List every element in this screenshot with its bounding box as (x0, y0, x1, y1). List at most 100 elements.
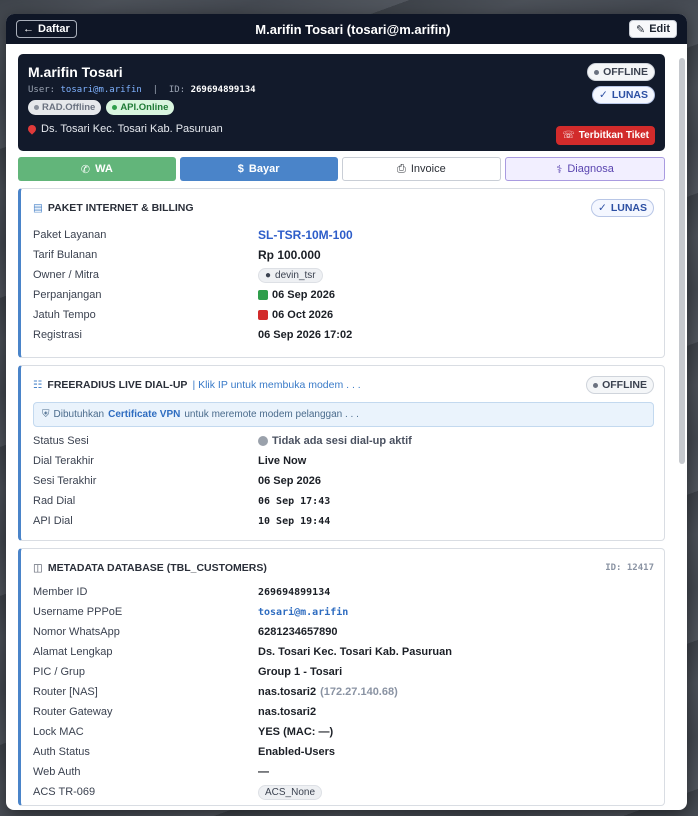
row-label: Dial Terakhir (33, 455, 94, 467)
metadata-card-title: ◫ METADATA DATABASE (TBL_CUSTOMERS) (33, 562, 267, 574)
edit-button[interactable]: ✎ Edit (628, 20, 677, 38)
billing-row: Owner / Mitra ● devin_tsr (33, 265, 654, 285)
billing-card-title: ▤ PAKET INTERNET & BILLING (33, 202, 194, 214)
billing-card: ▤ PAKET INTERNET & BILLING ✓ LUNAS Paket L… (18, 188, 665, 358)
customer-user-line: User: tosari@m.arifin | ID: 269694899134 (28, 85, 256, 95)
radius-card: ☷ FREERADIUS LIVE DIAL-UP | Klik IP untuk … (18, 365, 665, 541)
row-label: Jatuh Tempo (33, 309, 96, 321)
action-bar: ✆ WA $ Bayar ⎙ Invoice ⚕ Diagnosa (18, 157, 665, 181)
metadata-row: Router [NAS] nas.tosari2 (172.27.140.68) (33, 682, 654, 702)
list-icon: ▤ (33, 202, 43, 214)
metadata-row: Alamat Lengkap Ds. Tosari Kec. Tosari Kab… (33, 642, 654, 662)
pay-button[interactable]: $ Bayar (179, 157, 338, 181)
radius-modem-link[interactable]: | Klik IP untuk membuka modem . . . (192, 379, 360, 391)
pppoe-username-value: tosari@m.arifin (258, 606, 349, 618)
customer-id: 269694899134 (190, 85, 256, 95)
whatsapp-label: WA (95, 163, 113, 175)
whatsapp-button[interactable]: ✆ WA (18, 157, 176, 181)
rad-dial-value: 06 Sep 17:43 (258, 495, 331, 507)
radius-row: Status Sesi Tidak ada sesi dial-up aktif (33, 431, 654, 451)
stethoscope-icon: ⚕ (556, 163, 563, 176)
notice-post-text: untuk meremote modem pelanggan . . . (184, 409, 359, 420)
api-status-badge: API.Online (106, 100, 175, 115)
full-address-value: Ds. Tosari Kec. Tosari Kab. Pasuruan (258, 646, 452, 658)
metadata-row: ACS TR-069 ACS_None (33, 782, 654, 802)
radius-row: Dial Terakhir Live Now (33, 451, 654, 471)
arrow-left-icon: ← (23, 23, 34, 35)
certificate-vpn-link[interactable]: Certificate VPN (108, 409, 180, 420)
payment-status-text: LUNAS (611, 89, 648, 101)
billing-rows: Paket Layanan SL-TSR-10M-100 Tarif Bulana… (33, 225, 654, 345)
radius-link-text: Klik IP untuk membuka modem . . . (198, 379, 361, 391)
pay-label: Bayar (248, 163, 280, 175)
status-dot-icon (112, 105, 118, 110)
metadata-card: ◫ METADATA DATABASE (TBL_CUSTOMERS) ID: 1… (18, 548, 665, 806)
billing-row: Paket Layanan SL-TSR-10M-100 (33, 225, 654, 245)
modal-content: M.arifin Tosari User: tosari@m.arifin | … (6, 44, 687, 810)
radius-card-title: ☷ FREERADIUS LIVE DIAL-UP | Klik IP untuk … (33, 379, 361, 391)
metadata-row: Web Auth — (33, 762, 654, 782)
radius-rows: Status Sesi Tidak ada sesi dial-up aktif … (33, 431, 654, 531)
web-auth-value: — (258, 766, 269, 778)
api-dial-value: 10 Sep 19:44 (258, 515, 331, 527)
x-circle-icon (258, 436, 268, 446)
row-label: Web Auth (33, 766, 81, 778)
billing-status-badge: ✓ LUNAS (591, 199, 654, 217)
payment-status-badge: ✓ LUNAS (592, 86, 655, 104)
diagnose-label: Diagnosa (567, 163, 614, 175)
tariff-value: Rp 100.000 (258, 248, 321, 262)
whatsapp-number-value: 6281234657890 (258, 626, 338, 638)
router-gateway-value: nas.tosari2 (258, 706, 317, 718)
pic-group-value: Group 1 - Tosari (258, 666, 343, 678)
users-icon: ● (265, 269, 272, 281)
user-label: User: (28, 85, 56, 95)
metadata-row: Lock MAC YES (MAC: —) (33, 722, 654, 742)
map-pin-icon (26, 123, 38, 135)
modal-title: M.arifin Tosari (tosari@m.arifin) (255, 21, 451, 37)
metadata-row: Auth Status Enabled-Users (33, 742, 654, 762)
issue-ticket-button[interactable]: ☏ Terbitkan Tiket (556, 126, 655, 145)
renewal-value: 06 Sep 2026 (272, 289, 335, 301)
connection-badges: RAD.Offline API.Online (28, 100, 655, 115)
check-icon: ✓ (599, 89, 608, 101)
billing-row: Registrasi 06 Sep 2026 17:02 (33, 325, 654, 345)
row-label: PIC / Grup (33, 666, 85, 678)
invoice-label: Invoice (410, 163, 446, 175)
headset-icon: ☏ (562, 130, 575, 141)
issue-ticket-label: Terbitkan Tiket (578, 130, 649, 141)
online-status-badge: OFFLINE (587, 63, 655, 81)
calendar-check-icon (258, 290, 268, 300)
back-to-list-button[interactable]: ← Daftar (16, 20, 77, 38)
invoice-button[interactable]: ⎙ Invoice (341, 157, 502, 181)
metadata-row: Username PPPoE tosari@m.arifin (33, 602, 654, 622)
metadata-row: Router Gateway nas.tosari2 (33, 702, 654, 722)
id-label: ID: (168, 85, 186, 95)
profile-header: M.arifin Tosari User: tosari@m.arifin | … (18, 54, 665, 151)
owner-tag: ● devin_tsr (258, 267, 323, 283)
lock-mac-value: YES (MAC: —) (258, 726, 334, 738)
row-label: Username PPPoE (33, 606, 123, 618)
due-date-value: 06 Oct 2026 (272, 309, 334, 321)
printer-icon: ⎙ (397, 162, 406, 175)
online-status-text: OFFLINE (603, 66, 648, 78)
radius-row: Sesi Terakhir 06 Sep 2026 (33, 471, 654, 491)
billing-title-text: PAKET INTERNET & BILLING (47, 202, 194, 214)
radius-row: API Dial 10 Sep 19:44 (33, 511, 654, 531)
status-stack: OFFLINE ✓ LUNAS (587, 63, 655, 104)
row-label: Owner / Mitra (33, 269, 100, 281)
address-text: Ds. Tosari Kec. Tosari Kab. Pasuruan (41, 123, 223, 135)
metadata-row: Member ID 269694899134 (33, 582, 654, 602)
metadata-card-header: ◫ METADATA DATABASE (TBL_CUSTOMERS) ID: 1… (33, 557, 654, 579)
acs-tag: ACS_None (258, 784, 323, 800)
row-label: Member ID (33, 586, 88, 598)
rad-status-text: RAD.Offline (42, 102, 96, 113)
check-icon: ✓ (598, 202, 607, 214)
metadata-row: Nomor WhatsApp 6281234657890 (33, 622, 654, 642)
diagnose-button[interactable]: ⚕ Diagnosa (505, 157, 665, 181)
row-label: Router [NAS] (33, 686, 98, 698)
billing-row: Tarif Bulanan Rp 100.000 (33, 245, 654, 265)
router-nas-value: nas.tosari2 (258, 686, 317, 698)
row-label: Nomor WhatsApp (33, 626, 120, 638)
session-status-value: Tidak ada sesi dial-up aktif (272, 435, 412, 447)
customer-name: M.arifin Tosari (28, 64, 123, 80)
